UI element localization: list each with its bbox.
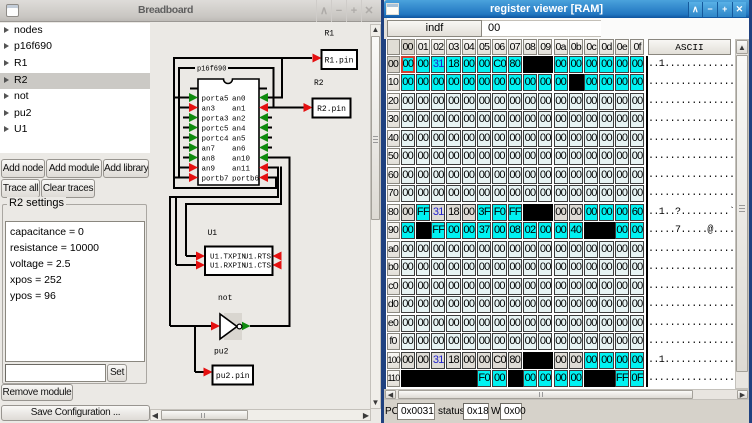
svg-text:portc4: portc4: [202, 135, 230, 143]
svg-text:an9: an9: [202, 165, 216, 173]
svg-text:an5: an5: [232, 135, 246, 143]
svg-text:porta3: porta3: [202, 115, 230, 123]
svg-text:an10: an10: [232, 155, 251, 163]
svg-text:pu2.pin: pu2.pin: [216, 372, 250, 381]
svg-text:an8: an8: [202, 155, 216, 163]
svg-text:portc5: portc5: [202, 125, 230, 133]
svg-text:an0: an0: [232, 95, 246, 103]
svg-text:not: not: [218, 294, 232, 303]
svg-text:U1: U1: [208, 229, 218, 238]
svg-text:U1.TXPIN: U1.TXPIN: [210, 254, 246, 262]
svg-text:R1: R1: [325, 30, 335, 39]
svg-text:portb6: portb6: [232, 175, 260, 183]
svg-text:portb7: portb7: [202, 175, 229, 183]
svg-text:U1.RTS: U1.RTS: [244, 254, 272, 262]
svg-text:an6: an6: [232, 145, 246, 153]
svg-text:an4: an4: [232, 125, 246, 133]
svg-text:an1: an1: [232, 105, 246, 113]
svg-text:R2: R2: [314, 79, 324, 88]
svg-text:an3: an3: [202, 105, 216, 113]
svg-text:an2: an2: [232, 115, 246, 123]
svg-text:an11: an11: [232, 165, 251, 173]
svg-text:an7: an7: [202, 145, 216, 153]
svg-text:U1.CTS: U1.CTS: [244, 263, 272, 271]
svg-text:p16f690: p16f690: [197, 66, 226, 74]
svg-text:U1.RXPIN: U1.RXPIN: [210, 263, 246, 271]
svg-text:R1.pin: R1.pin: [325, 57, 354, 66]
svg-text:R2.pin: R2.pin: [317, 105, 346, 114]
svg-text:pu2: pu2: [214, 348, 229, 357]
svg-text:porta5: porta5: [202, 95, 230, 103]
